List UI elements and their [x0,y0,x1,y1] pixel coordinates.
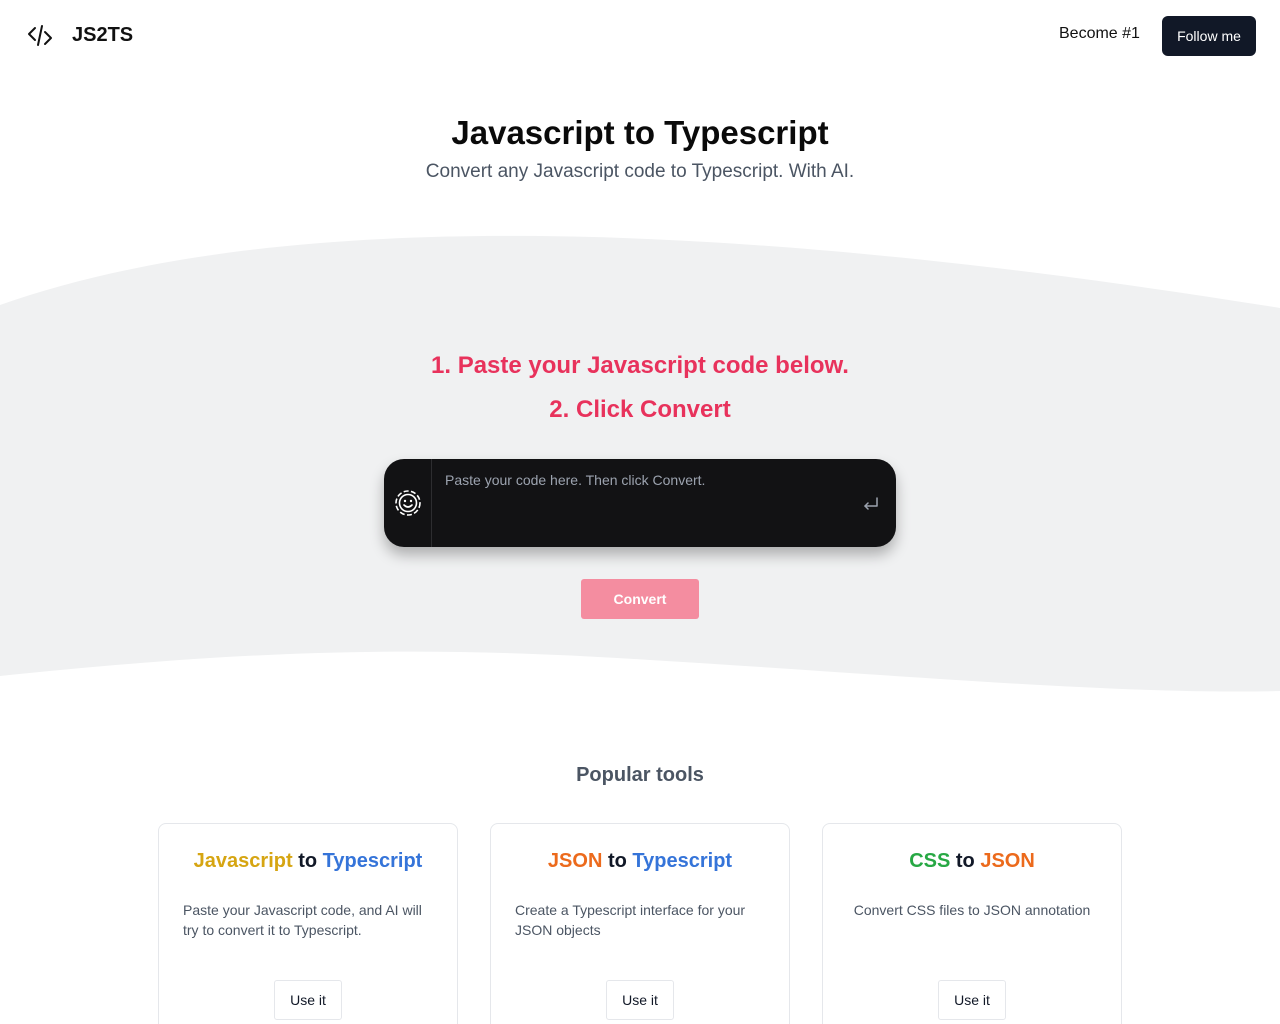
instruction-step-1: 1. Paste your Javascript code below. [431,352,849,379]
tool-card-description: Create a Typescript interface for your J… [515,902,746,938]
logo-text: JS2TS [72,24,134,46]
code-icon [28,25,52,46]
popular-tools-heading: Popular tools [576,764,704,786]
use-it-button[interactable]: Use it [274,980,342,1020]
tool-card-js-to-ts: Javascript to Typescript Paste your Java… [158,823,458,1024]
convert-button[interactable]: Convert [581,579,699,619]
card-title-target: Typescript [322,850,423,872]
card-title-source: CSS [909,850,951,872]
card-title-to: to [607,850,627,872]
card-title-to: to [298,850,318,872]
tool-card-description: Convert CSS files to JSON annotation [853,902,1091,918]
card-title-target: Typescript [632,850,733,872]
card-title-to: to [955,850,975,872]
smile-icon[interactable] [394,489,422,517]
follow-me-button[interactable]: Follow me [1162,16,1256,56]
instruction-step-2: 2. Click Convert [549,396,731,423]
use-it-button[interactable]: Use it [606,980,674,1020]
code-editor [384,459,896,547]
become-number-one-link[interactable]: Become #1 [1059,25,1140,43]
tool-card-title: JSON to Typescript [491,850,789,873]
card-title-source: Javascript [193,850,293,872]
page-subtitle: Convert any Javascript code to Typescrip… [425,161,855,182]
logo-link[interactable]: JS2TS [27,22,133,48]
card-title-source: JSON [547,850,603,872]
tool-card-json-to-ts: JSON to Typescript Create a Typescript i… [490,823,790,1024]
tool-card-title: Javascript to Typescript [159,850,457,873]
tool-card-title: CSS to JSON [823,850,1121,873]
enter-icon[interactable] [862,496,880,512]
use-it-button[interactable]: Use it [938,980,1006,1020]
site-header: JS2TS Become #1 Follow me [0,0,1280,72]
code-input[interactable] [433,459,851,547]
tool-card-description: Paste your Javascript code, and AI will … [183,902,422,938]
editor-icon-column [384,459,432,547]
tool-card-css-to-json: CSS to JSON Convert CSS files to JSON an… [822,823,1122,1024]
card-title-target: JSON [980,850,1035,872]
page-title: Javascript to Typescript [451,114,829,151]
